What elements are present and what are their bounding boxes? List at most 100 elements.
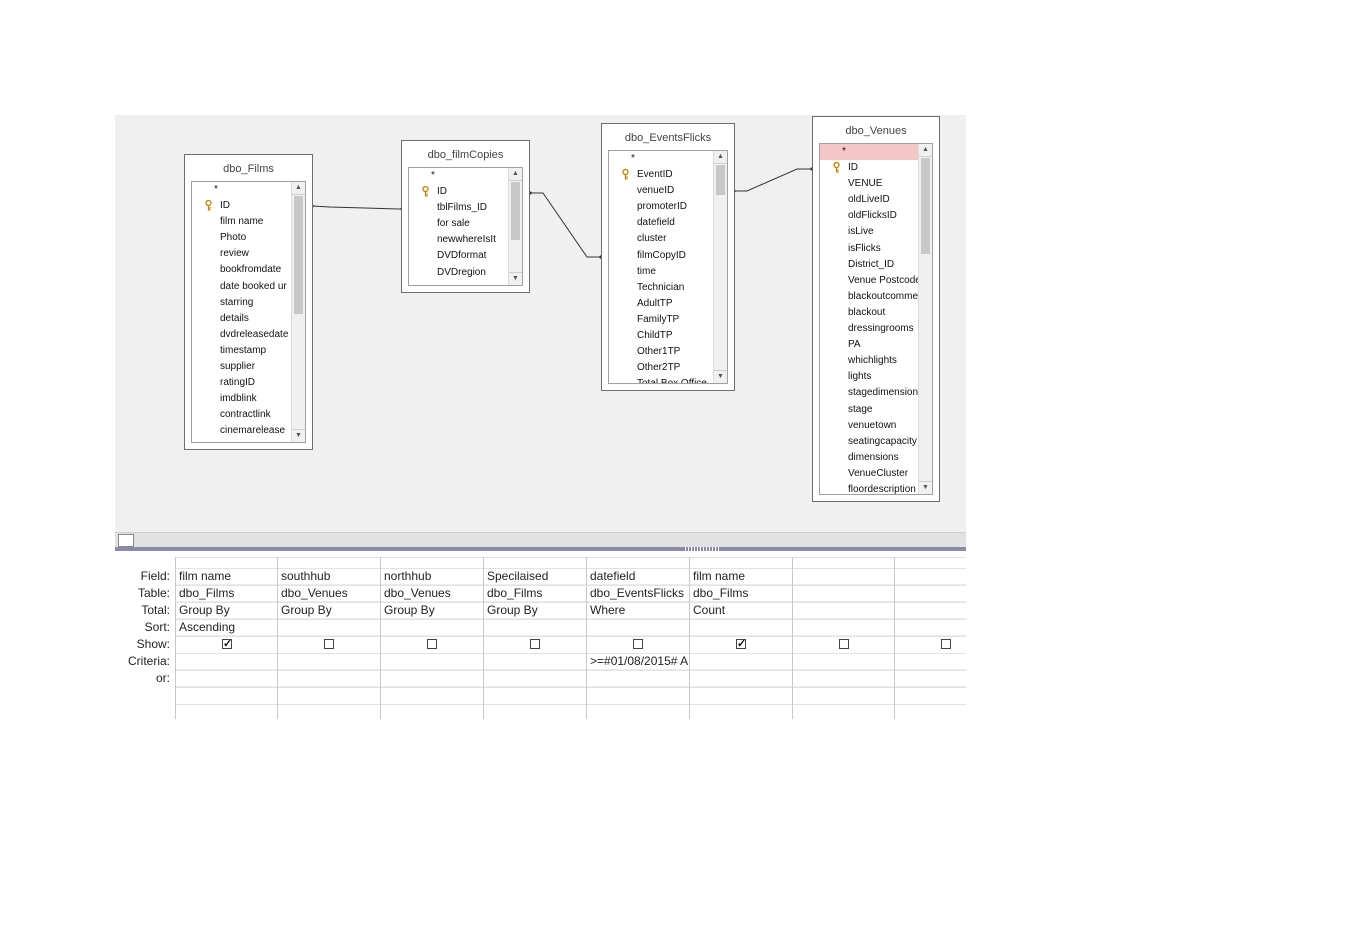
grid-cell-total[interactable] xyxy=(793,602,896,619)
show-checkbox[interactable] xyxy=(530,639,540,649)
field-item[interactable]: Technician xyxy=(609,280,714,296)
field-list[interactable]: * ID VENUE oldLiveID oldFlicksID isLive isFlic… xyxy=(819,143,933,495)
field-item[interactable]: imdblink xyxy=(192,391,292,407)
grid-cell-criteria[interactable] xyxy=(895,653,967,670)
grid-cell-field[interactable]: northhub xyxy=(381,568,484,585)
scroll-thumb[interactable] xyxy=(716,165,725,195)
query-design-pane[interactable]: dbo_Films * ID film name Photo review bookfro… xyxy=(115,115,966,532)
grid-cell-or[interactable] xyxy=(176,670,279,687)
grid-cell-criteria[interactable]: >=#01/08/2015# A xyxy=(587,653,690,670)
grid-cell-table[interactable]: dbo_EventsFlicks xyxy=(587,585,690,602)
show-checkbox[interactable] xyxy=(941,639,951,649)
field-item[interactable]: FamilyTP xyxy=(609,312,714,328)
grid-cell-criteria[interactable] xyxy=(690,653,793,670)
grid-cell-total[interactable]: Where xyxy=(587,602,690,619)
field-item[interactable]: lights xyxy=(820,369,919,385)
field-item[interactable]: * xyxy=(409,168,509,184)
grid-cell-table[interactable] xyxy=(895,585,967,602)
field-item[interactable]: ChildTP xyxy=(609,328,714,344)
grid-cell-or[interactable] xyxy=(895,670,967,687)
show-checkbox[interactable] xyxy=(324,639,334,649)
grid-cell-total[interactable]: Group By xyxy=(484,602,587,619)
field-item[interactable]: District_ID xyxy=(820,257,919,273)
field-item[interactable]: oldFlicksID xyxy=(820,208,919,224)
show-checkbox[interactable] xyxy=(633,639,643,649)
field-item[interactable]: ID xyxy=(409,184,509,200)
grid-column[interactable]: film name dbo_Films Group By Ascending xyxy=(175,557,279,719)
table-dbo-filmcopies[interactable]: dbo_filmCopies * ID tblFilms_ID for sale new… xyxy=(401,140,530,293)
field-item[interactable]: Total Box Office xyxy=(609,376,714,383)
grid-cell-sort[interactable] xyxy=(278,619,381,636)
grid-cell-criteria[interactable] xyxy=(793,653,896,670)
field-item[interactable]: venuetown xyxy=(820,418,919,434)
field-item[interactable]: Photo xyxy=(192,230,292,246)
field-item[interactable]: VENUE xyxy=(820,176,919,192)
field-item[interactable]: bookfromdate xyxy=(192,262,292,278)
field-item[interactable]: venueID xyxy=(609,183,714,199)
grid-cell-or[interactable] xyxy=(381,670,484,687)
field-item[interactable]: * xyxy=(609,151,714,167)
grid-cell-total[interactable]: Count xyxy=(690,602,793,619)
scroll-up-arrow-icon[interactable]: ▲ xyxy=(292,182,305,195)
grid-cell-sort[interactable] xyxy=(484,619,587,636)
field-item[interactable]: Other1TP xyxy=(609,344,714,360)
grid-cell-table[interactable] xyxy=(793,585,896,602)
vertical-scrollbar[interactable]: ▲ ▼ xyxy=(508,168,522,285)
grid-cell-criteria[interactable] xyxy=(381,653,484,670)
show-checkbox[interactable] xyxy=(839,639,849,649)
field-list[interactable]: * ID tblFilms_ID for sale newwhereIsIt DVDfor… xyxy=(408,167,523,286)
scroll-thumb[interactable] xyxy=(294,196,303,314)
grid-cell-table[interactable]: dbo_Films xyxy=(176,585,279,602)
field-item[interactable]: floordescription xyxy=(820,482,919,494)
grid-column[interactable] xyxy=(792,557,896,719)
field-list[interactable]: * EventID venueID promoterID datefield cluste… xyxy=(608,150,728,384)
show-checkbox[interactable] xyxy=(427,639,437,649)
field-item[interactable]: oldLiveID xyxy=(820,192,919,208)
grid-cell-field[interactable]: film name xyxy=(690,568,793,585)
scroll-down-arrow-icon[interactable]: ▼ xyxy=(714,370,727,383)
field-item[interactable]: tblFilms_ID xyxy=(409,200,509,216)
grid-column[interactable]: Specilaised dbo_Films Group By xyxy=(483,557,587,719)
field-item[interactable]: AdultTP xyxy=(609,296,714,312)
grid-cell-sort[interactable] xyxy=(895,619,967,636)
grid-cell-criteria[interactable] xyxy=(484,653,587,670)
grid-cell-field[interactable] xyxy=(793,568,896,585)
field-item[interactable]: dimensions xyxy=(820,450,919,466)
field-item[interactable]: stage xyxy=(820,402,919,418)
grid-cell-sort[interactable] xyxy=(381,619,484,636)
vertical-scrollbar[interactable]: ▲ ▼ xyxy=(713,151,727,383)
scroll-box[interactable] xyxy=(118,534,134,547)
grid-cell-sort[interactable] xyxy=(793,619,896,636)
grid-cell-total[interactable]: Group By xyxy=(176,602,279,619)
grid-cell-or[interactable] xyxy=(587,670,690,687)
scroll-down-arrow-icon[interactable]: ▼ xyxy=(919,481,932,494)
field-item[interactable]: stagedimension xyxy=(820,385,919,401)
field-item[interactable]: DVDregion xyxy=(409,265,509,281)
field-item[interactable]: filmCopyID xyxy=(609,248,714,264)
field-item[interactable]: date booked ur xyxy=(192,279,292,295)
grid-cell-sort[interactable] xyxy=(587,619,690,636)
field-item[interactable]: DVDformat xyxy=(409,248,509,264)
field-item[interactable]: timestamp xyxy=(192,343,292,359)
scroll-thumb[interactable] xyxy=(921,158,930,254)
field-item[interactable]: PA xyxy=(820,337,919,353)
grid-column[interactable]: film name dbo_Films Count xyxy=(689,557,793,719)
field-item[interactable]: seatingcapacity xyxy=(820,434,919,450)
grid-cell-field[interactable]: film name xyxy=(176,568,279,585)
field-item[interactable]: blackout xyxy=(820,305,919,321)
grid-cell-table[interactable]: dbo_Films xyxy=(484,585,587,602)
grid-cell-field[interactable]: Specilaised xyxy=(484,568,587,585)
scroll-thumb[interactable] xyxy=(511,182,520,240)
grid-cell-table[interactable]: dbo_Venues xyxy=(278,585,381,602)
scroll-down-arrow-icon[interactable]: ▼ xyxy=(292,429,305,442)
grid-column[interactable] xyxy=(894,557,967,719)
field-item[interactable]: time xyxy=(609,264,714,280)
field-item[interactable]: Venue Postcode xyxy=(820,273,919,289)
grid-cell-or[interactable] xyxy=(690,670,793,687)
field-item[interactable]: Other2TP xyxy=(609,360,714,376)
field-item[interactable]: review xyxy=(192,246,292,262)
grid-cell-criteria[interactable] xyxy=(278,653,381,670)
field-item[interactable]: newwhereIsIt xyxy=(409,232,509,248)
field-item[interactable]: dressingrooms xyxy=(820,321,919,337)
grid-cell-or[interactable] xyxy=(484,670,587,687)
